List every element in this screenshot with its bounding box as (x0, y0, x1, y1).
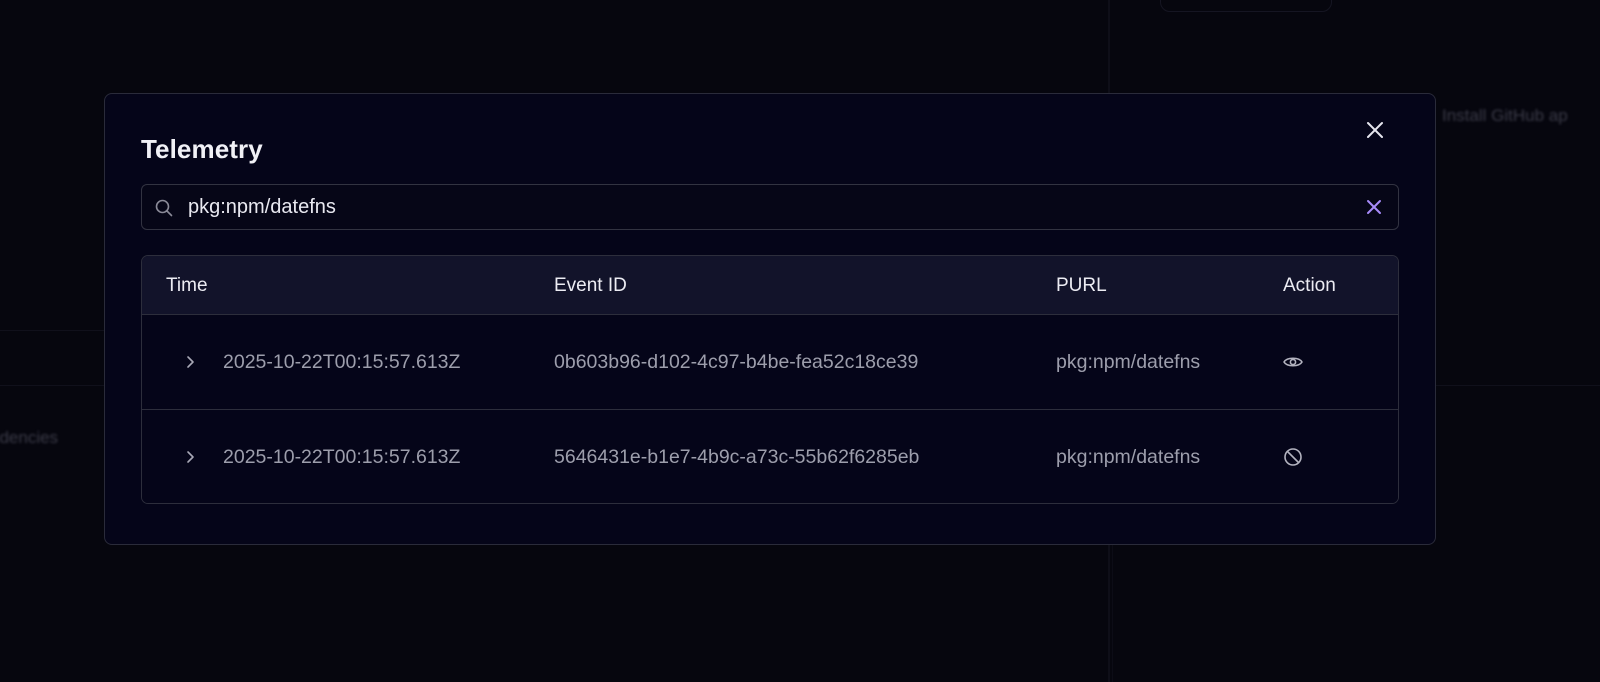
background-divider (1436, 385, 1600, 386)
background-divider (0, 330, 104, 331)
telemetry-dialog: Telemetry Time Event ID PURL Action 2025… (104, 93, 1436, 545)
event-id-cell: 0b603b96-d102-4c97-b4be-fea52c18ce39 (554, 351, 919, 373)
column-header-event-id: Event ID (554, 275, 627, 296)
purl-cell: pkg:npm/datefns (1056, 446, 1201, 468)
background-divider (0, 385, 104, 386)
dialog-title: Telemetry (141, 134, 263, 164)
time-cell: 2025-10-22T00:15:57.613Z (223, 446, 461, 468)
background-divider (1112, 545, 1113, 682)
close-icon[interactable] (1363, 118, 1387, 142)
column-header-action: Action (1283, 275, 1336, 296)
chevron-right-icon[interactable] (180, 447, 200, 467)
clear-icon[interactable] (1364, 197, 1384, 217)
column-header-purl: PURL (1056, 275, 1107, 296)
background-text: Install GitHub ap (1442, 106, 1568, 125)
table-row: 2025-10-22T00:15:57.613Z 5646431e-b1e7-4… (142, 410, 1398, 503)
time-cell: 2025-10-22T00:15:57.613Z (223, 351, 461, 373)
search-icon (155, 199, 173, 217)
ban-icon[interactable] (1282, 446, 1304, 468)
eye-icon[interactable] (1282, 351, 1304, 373)
column-header-time: Time (166, 275, 208, 296)
search-field (141, 184, 1399, 230)
telemetry-table: Time Event ID PURL Action 2025-10-22T00:… (141, 255, 1399, 504)
purl-cell: pkg:npm/datefns (1056, 351, 1201, 373)
search-input[interactable] (188, 185, 1338, 229)
table-header: Time Event ID PURL Action (142, 256, 1398, 315)
event-id-cell: 5646431e-b1e7-4b9c-a73c-55b62f6285eb (554, 446, 920, 468)
chevron-right-icon[interactable] (180, 352, 200, 372)
background-text: ndencies (0, 428, 59, 447)
table-row: 2025-10-22T00:15:57.613Z 0b603b96-d102-4… (142, 315, 1398, 410)
background-pill (1160, 0, 1332, 12)
